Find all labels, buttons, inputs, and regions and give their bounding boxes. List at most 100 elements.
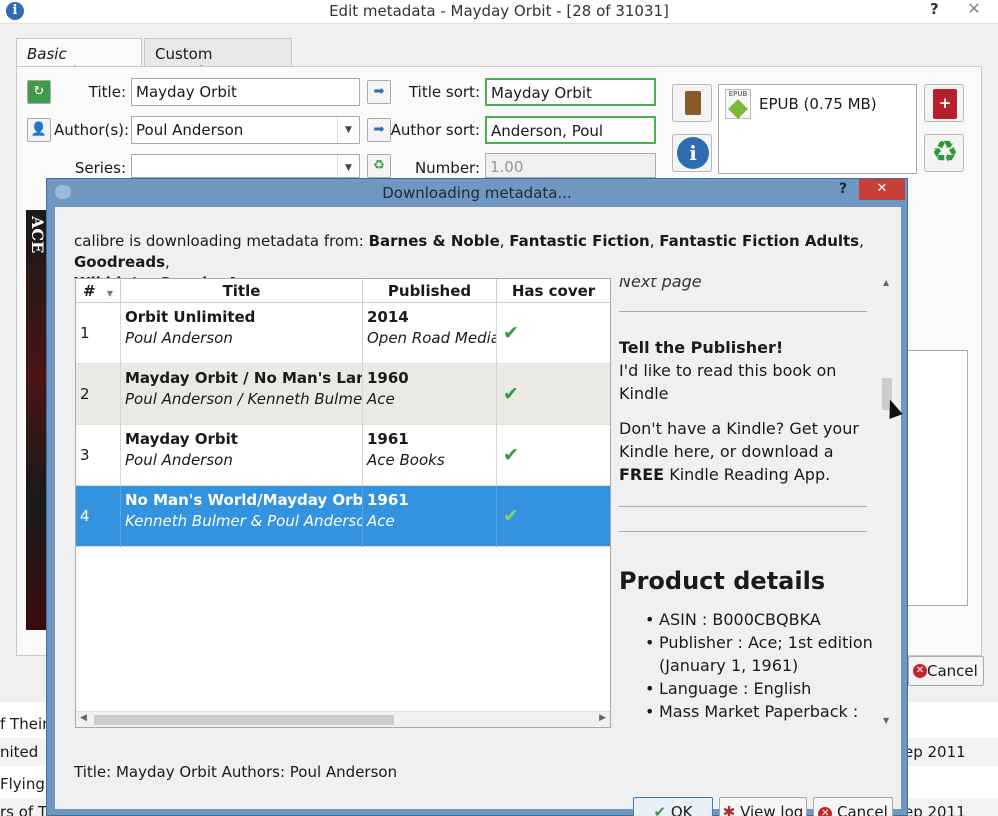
arrow-right-icon[interactable]: ➡ [367, 80, 391, 104]
result-row-selected[interactable]: 4 No Man's World/Mayday Orbit Kenneth Bu… [76, 486, 610, 547]
result-year: 2014 [367, 308, 409, 326]
next-page-link[interactable]: Next page [619, 278, 702, 293]
arrow-right-icon[interactable]: ➡ [367, 118, 391, 142]
checkmark-icon: ✔ [503, 383, 519, 405]
info-icon[interactable]: i [672, 134, 712, 172]
view-log-label: View log [740, 803, 804, 816]
status-text: Title: Mayday Orbit Authors: Poul Anders… [74, 763, 398, 781]
result-row[interactable]: 3 Mayday Orbit Poul Anderson 1961 Ace Bo… [76, 425, 610, 486]
format-label: EPUB (0.75 MB) [759, 95, 877, 113]
sources-prefix: calibre is downloading metadata from: [74, 232, 369, 250]
result-publisher: Open Road Media [367, 329, 497, 347]
tab-custom-metadata[interactable]: Custom metadata [144, 38, 292, 81]
series-input[interactable]: ▼ [131, 154, 360, 178]
title-sort-label: Title sort: [408, 83, 480, 101]
result-publisher: Ace Books [367, 451, 445, 469]
result-row[interactable]: 2 Mayday Orbit / No Man's Land Poul Ande… [76, 364, 610, 425]
download-cover-icon[interactable]: ↻ [27, 80, 51, 104]
horizontal-scrollbar[interactable]: ◀ ▶ [76, 711, 610, 727]
detail-bullet-text: Publisher : Ace; 1st edition (January 1,… [659, 633, 873, 675]
bullet-icon: • [645, 702, 655, 721]
column-header-title[interactable]: Title [121, 279, 363, 303]
result-year: 1961 [367, 491, 409, 509]
book-icon[interactable] [672, 84, 712, 122]
tab-basic-metadata[interactable]: Basic metadata [16, 38, 142, 81]
scroll-down-icon[interactable]: ▼ [883, 716, 889, 725]
result-authors: Poul Anderson [125, 451, 233, 469]
author-input[interactable]: Poul Anderson ▼ [131, 116, 360, 144]
result-title-cell: Mayday Orbit Poul Anderson [121, 425, 363, 486]
result-title: Mayday Orbit / No Man's Land [125, 369, 363, 387]
epub-badge-text: EPUB [728, 90, 748, 98]
title-input[interactable]: Mayday Orbit [131, 78, 360, 106]
comments-editor[interactable] [906, 350, 968, 606]
detail-bullet: • ASIN : B000CBQBKA [645, 608, 879, 631]
result-row[interactable]: 1 Orbit Unlimited Poul Anderson 2014 Ope… [76, 303, 610, 364]
number-input[interactable]: 1.00 [485, 153, 656, 178]
recycle-icon[interactable]: ♻ [367, 154, 391, 178]
kindle-text: Don't have a Kindle? Get your Kindle her… [619, 417, 869, 486]
title-sort-input[interactable]: Mayday Orbit [485, 78, 656, 106]
source-name: Goodreads [74, 253, 166, 271]
library-row-title: rs of T [0, 803, 48, 816]
help-button[interactable]: ? [839, 181, 847, 197]
scroll-up-icon[interactable]: ▲ [883, 278, 889, 287]
checkmark-icon: ✔ [503, 322, 519, 344]
formats-list[interactable]: EPUB EPUB (0.75 MB) [718, 84, 917, 174]
title-label: Title: [88, 83, 126, 101]
book-cover: ACE [26, 210, 47, 630]
chevron-down-icon[interactable]: ▼ [337, 117, 359, 143]
results-table[interactable]: # ▼ Title Published Has cover 1 Orbit Un… [75, 278, 611, 728]
chevron-down-icon[interactable]: ▼ [337, 155, 359, 177]
bullet-icon: • [645, 633, 655, 652]
source-name: Fantastic Fiction [509, 232, 650, 250]
column-header-has-cover[interactable]: Has cover [497, 279, 610, 303]
result-publisher: Ace [367, 390, 395, 408]
close-button[interactable]: ✕ [859, 179, 905, 200]
cancel-icon: ✕ [913, 664, 927, 678]
number-label: Number: [414, 159, 480, 177]
result-number: 2 [76, 364, 121, 425]
book-details-panel: Next page Tell the Publisher! I'd like t… [619, 278, 881, 728]
detail-bullet-text: ASIN : B000CBQBKA [659, 610, 821, 629]
epub-file-icon: EPUB [725, 89, 751, 119]
divider [619, 311, 867, 312]
library-row-title: Flying [0, 775, 45, 793]
result-published-cell: 2014 Open Road Media [363, 303, 497, 364]
result-title-cell: No Man's World/Mayday Orbit Kenneth Bulm… [121, 486, 363, 547]
scroll-left-icon[interactable]: ◀ [80, 713, 87, 723]
author-sort-input[interactable]: Anderson, Poul [485, 116, 656, 144]
result-publisher: Ace [367, 512, 395, 530]
source-name: Fantastic Fiction Adults [659, 232, 860, 250]
result-authors: Kenneth Bulmer & Poul Anderson [125, 512, 363, 530]
cancel-button[interactable]: ✕ Cancel [813, 797, 893, 816]
help-button[interactable]: ? [930, 0, 939, 18]
dialog-title: Downloading metadata... [382, 184, 572, 202]
person-icon[interactable]: 👤 [27, 118, 51, 142]
result-year: 1960 [367, 369, 409, 387]
detail-bullet: • Language : English [645, 677, 879, 700]
ok-button[interactable]: ✔ OK [633, 797, 713, 816]
cancel-label: Cancel [836, 803, 888, 816]
divider [619, 531, 867, 532]
result-cover-cell: ✔ [497, 425, 610, 486]
scrollbar-thumb[interactable] [94, 715, 394, 725]
view-log-button[interactable]: ✱ View log [719, 797, 807, 816]
vertical-scrollbar[interactable]: ▲ ▼ [881, 278, 893, 728]
column-header-number[interactable]: # ▼ [76, 279, 121, 303]
column-header-published[interactable]: Published [363, 279, 497, 303]
edit-window-titlebar: i Edit metadata - Mayday Orbit - [28 of … [0, 0, 998, 24]
detail-bullet-text: Mass Market Paperback : [659, 702, 859, 721]
sort-arrow-icon: ▼ [106, 289, 113, 298]
cancel-button[interactable]: ✕ Cancel [908, 656, 984, 686]
add-format-icon[interactable]: + [924, 84, 964, 122]
close-button[interactable]: ✕ [952, 0, 996, 20]
scroll-right-icon[interactable]: ▶ [599, 713, 606, 723]
recycle-icon[interactable]: ♻ [924, 134, 964, 172]
publisher-heading: Tell the Publisher! [619, 338, 784, 357]
dialog-body: calibre is downloading metadata from: Ba… [55, 207, 901, 816]
source-name: Barnes & Noble [368, 232, 500, 250]
result-published-cell: 1961 Ace Books [363, 425, 497, 486]
result-title-cell: Mayday Orbit / No Man's Land Poul Anders… [121, 364, 363, 425]
result-title: No Man's World/Mayday Orbit [125, 491, 363, 509]
